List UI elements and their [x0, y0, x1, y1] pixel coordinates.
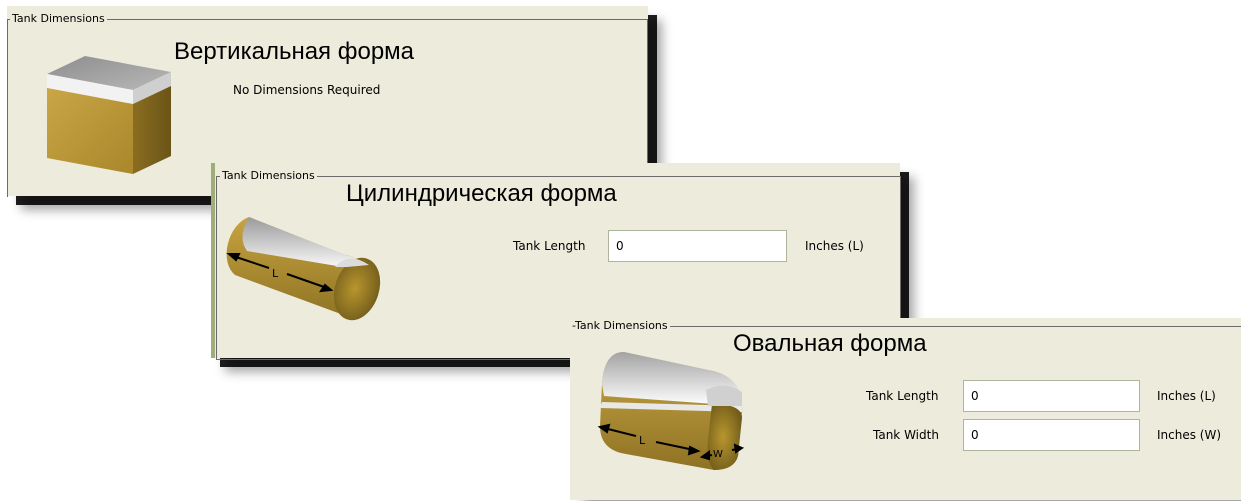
tank-length-input[interactable] — [963, 380, 1140, 412]
panel-title: Овальная форма — [733, 330, 927, 357]
panel-title: Вертикальная форма — [174, 38, 415, 65]
panel-title: Цилиндрическая форма — [346, 180, 617, 207]
oval-tank-icon: L W — [597, 352, 745, 470]
group-label: -Tank Dimensions — [570, 319, 670, 332]
vertical-tank-icon — [47, 56, 171, 174]
group-label: Tank Dimensions — [10, 12, 107, 25]
tank-length-label: Tank Length — [513, 239, 586, 253]
tank-length-input[interactable] — [608, 230, 787, 262]
oval-tank-panel: -Tank Dimensions Овальная форма L W Tank… — [570, 318, 1241, 500]
tank-length-unit: Inches (L) — [1157, 389, 1216, 403]
tank-width-label: Tank Width — [873, 428, 939, 442]
no-dimensions-message: No Dimensions Required — [233, 83, 381, 97]
tank-length-unit: Inches (L) — [805, 239, 864, 253]
dimension-label-l: L — [272, 267, 279, 280]
dimension-label-l: L — [639, 434, 646, 447]
left-accent-bar — [211, 163, 215, 358]
tank-width-unit: Inches (W) — [1157, 428, 1222, 442]
tank-width-input[interactable] — [963, 419, 1140, 451]
dimension-label-w: W — [713, 449, 723, 460]
tank-length-label: Tank Length — [866, 389, 939, 403]
cylindrical-tank-icon: L — [226, 217, 381, 321]
group-label: Tank Dimensions — [220, 169, 317, 182]
